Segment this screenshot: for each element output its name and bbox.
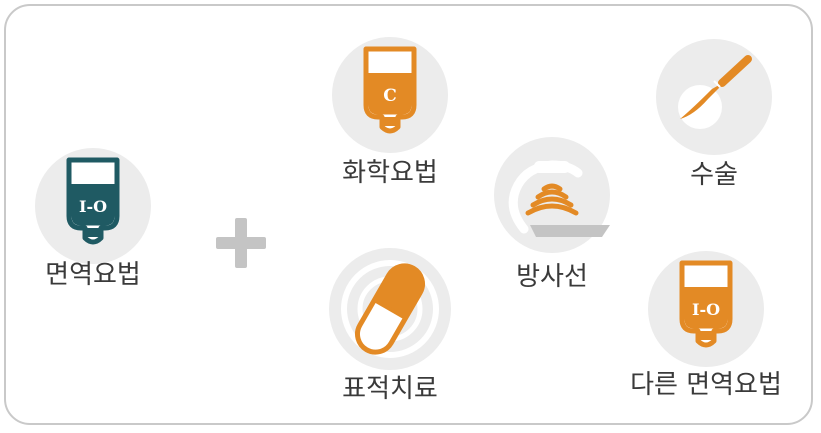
other-immunotherapy-label: 다른 면역요법 [630, 370, 782, 400]
iv-bag-icon: I-O [679, 260, 733, 348]
iv-bag-icon: C [363, 46, 417, 134]
capsule-icon [341, 260, 439, 358]
radiation-label: 방사선 [516, 262, 588, 292]
chemotherapy-label: 화학요법 [342, 158, 438, 188]
other-immunotherapy-icon-circle: I-O [648, 251, 764, 367]
surgery-label: 수술 [690, 160, 738, 190]
iv-bag-text: I-O [79, 197, 107, 216]
iv-bag-text: I-O [692, 300, 720, 319]
iv-bag-icon: I-O [66, 157, 120, 245]
immunotherapy-label: 면역요법 [45, 260, 141, 290]
surgery-icon-circle [656, 39, 772, 155]
chemotherapy-icon-circle: C [332, 37, 448, 153]
radiation-icon-circle [494, 137, 610, 253]
scalpel-icon [678, 55, 752, 129]
radiation-machine-icon [508, 160, 610, 237]
targeted-therapy-icon-circle [329, 248, 451, 370]
iv-bag-text: C [383, 86, 397, 106]
targeted-therapy-label: 표적치료 [342, 374, 438, 404]
immunotherapy-icon-circle: I-O [35, 148, 151, 264]
plus-icon [216, 218, 266, 268]
